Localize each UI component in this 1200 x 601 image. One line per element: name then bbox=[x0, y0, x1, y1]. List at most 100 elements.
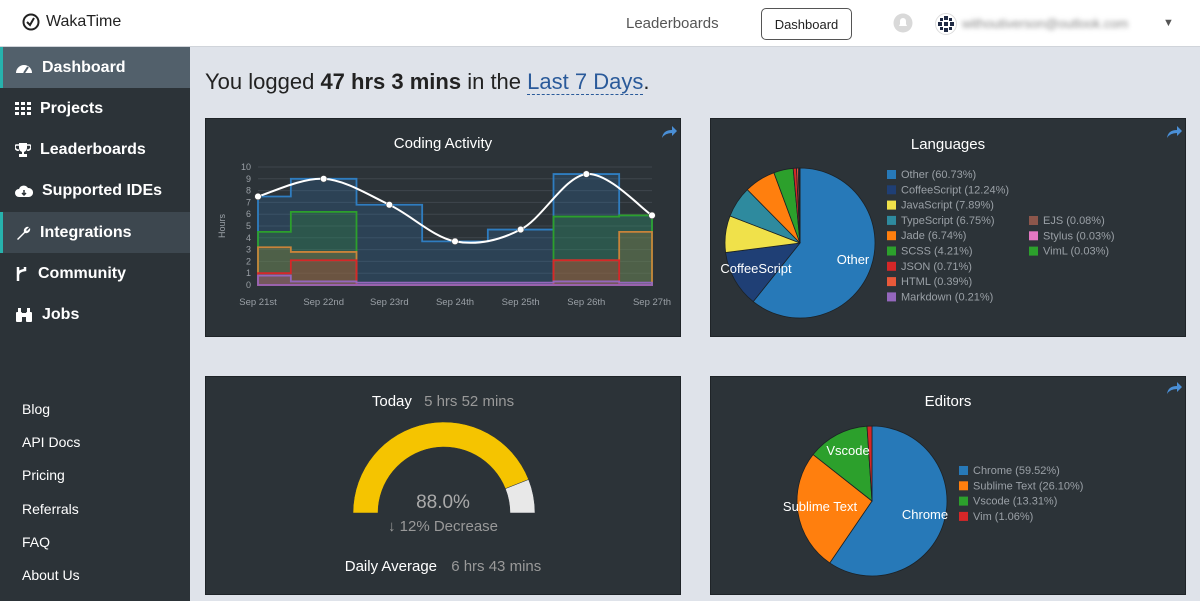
headline-mid: in the bbox=[467, 69, 522, 94]
data-point bbox=[582, 170, 590, 178]
y-axis-label: Hours bbox=[217, 214, 227, 239]
fork-icon bbox=[16, 266, 27, 281]
legend-item: Jade (6.74%) bbox=[901, 230, 966, 242]
legend-item: Stylus (0.03%) bbox=[1043, 230, 1115, 242]
daily-average-value: 6 hrs 43 mins bbox=[451, 558, 542, 575]
x-tick-label: Sep 26th bbox=[567, 297, 605, 308]
legend-item: Vim (1.06%) bbox=[973, 511, 1033, 523]
languages-pie-chart: Other CoffeeScript Other (60.73%) CoffeeScr… bbox=[720, 167, 1115, 319]
legend-item: JSON (0.71%) bbox=[901, 261, 972, 273]
legend-swatch bbox=[887, 170, 896, 179]
logo[interactable]: WakaTime bbox=[22, 13, 121, 31]
sidebar-item-integrations[interactable]: Integrations bbox=[0, 212, 190, 253]
sidebar-item-projects[interactable]: Projects bbox=[0, 88, 190, 129]
x-tick-label: Sep 23rd bbox=[370, 297, 409, 308]
sidebar-item-supported-ides[interactable]: Supported IDEs bbox=[0, 170, 190, 211]
y-tick-label: 2 bbox=[246, 256, 251, 266]
chevron-down-icon[interactable]: ▼ bbox=[1163, 17, 1174, 29]
data-point bbox=[517, 225, 525, 234]
slice-label: CoffeeScript bbox=[720, 261, 792, 276]
sidebar-item-dashboard[interactable]: Dashboard bbox=[0, 47, 190, 88]
app-name: WakaTime bbox=[46, 13, 122, 30]
legend-item: JavaScript (7.89%) bbox=[901, 200, 994, 212]
sidebar-item-leaderboards[interactable]: Leaderboards bbox=[0, 129, 190, 170]
editors-card: Editors Chrome Sublime Text Vscode Chrome (… bbox=[710, 376, 1186, 595]
sidebar-item-label: Projects bbox=[40, 99, 104, 117]
sidebar-item-label: Integrations bbox=[40, 223, 132, 241]
data-point bbox=[385, 201, 393, 209]
nav-leaderboards-link[interactable]: Leaderboards bbox=[626, 15, 719, 32]
legend-item: Vscode (13.31%) bbox=[973, 496, 1057, 508]
sidebar-item-jobs[interactable]: Jobs bbox=[0, 294, 190, 335]
x-tick-label: Sep 25th bbox=[502, 297, 540, 308]
x-tick-label: Sep 27th bbox=[633, 297, 671, 308]
y-tick-label: 5 bbox=[246, 221, 251, 231]
today-header: Today 5 hrs 52 mins bbox=[206, 393, 680, 410]
slice-label: Vscode bbox=[826, 443, 869, 458]
arrow-down-icon: ↓ bbox=[387, 518, 396, 535]
y-tick-label: 8 bbox=[246, 186, 251, 196]
legend-item: Markdown (0.21%) bbox=[901, 291, 993, 303]
dashboard-button[interactable]: Dashboard bbox=[761, 8, 852, 40]
coding-activity-chart: 012345678910HoursSep 21st Sep 22nd Sep 23r… bbox=[217, 162, 671, 308]
legend-item: Sublime Text (26.10%) bbox=[973, 480, 1083, 492]
sidebar-item-label: Supported IDEs bbox=[42, 181, 163, 199]
wakatime-logo-icon bbox=[22, 13, 40, 31]
notification-bell-icon[interactable] bbox=[893, 13, 913, 33]
footer-link-faq[interactable]: FAQ bbox=[22, 534, 50, 550]
change-text: 12% Decrease bbox=[399, 518, 499, 535]
legend-swatch bbox=[959, 496, 968, 506]
legend-swatch bbox=[887, 185, 896, 195]
slice-label: Sublime Text bbox=[783, 499, 858, 514]
binoculars-icon bbox=[16, 307, 32, 322]
legend-item: SCSS (4.21%) bbox=[901, 246, 973, 258]
y-tick-label: 3 bbox=[246, 245, 251, 255]
headline-suffix: . bbox=[643, 69, 650, 94]
sidebar-item-label: Jobs bbox=[42, 305, 80, 323]
user-email[interactable]: withoutiverson@outlook.com bbox=[962, 16, 1128, 31]
avatar[interactable] bbox=[935, 13, 957, 35]
legend-item: CoffeeScript (12.24%) bbox=[901, 184, 1009, 196]
legend-swatch bbox=[887, 277, 896, 287]
legend-swatch bbox=[1029, 231, 1038, 241]
legend-swatch bbox=[887, 200, 896, 210]
cloud-download-icon bbox=[15, 185, 33, 197]
legend-swatch bbox=[1029, 246, 1038, 256]
daily-average: Daily Average 6 hrs 43 mins bbox=[206, 558, 680, 575]
footer-link-about-us[interactable]: About Us bbox=[22, 567, 80, 583]
y-tick-label: 7 bbox=[246, 197, 251, 207]
y-tick-label: 6 bbox=[246, 209, 251, 219]
footer-link-pricing[interactable]: Pricing bbox=[22, 467, 65, 483]
legend-swatch bbox=[959, 511, 968, 521]
footer-link-blog[interactable]: Blog bbox=[22, 401, 50, 417]
slice-label: Other bbox=[837, 252, 870, 267]
legend-item: EJS (0.08%) bbox=[1043, 215, 1105, 227]
legend-swatch bbox=[887, 246, 896, 256]
sidebar: Dashboard Projects Leaderboards Supporte… bbox=[0, 47, 190, 601]
data-point bbox=[451, 237, 459, 245]
legend-swatch bbox=[1029, 216, 1038, 225]
date-range-selector[interactable]: Last 7 Days bbox=[527, 69, 644, 95]
y-tick-label: 4 bbox=[246, 233, 251, 243]
sidebar-item-label: Community bbox=[38, 264, 126, 282]
footer-link-referrals[interactable]: Referrals bbox=[22, 501, 79, 517]
sidebar-item-community[interactable]: Community bbox=[0, 253, 190, 294]
legend-item: Chrome (59.52%) bbox=[973, 465, 1060, 477]
headline-prefix: You logged bbox=[205, 69, 315, 94]
footer-link-api-docs[interactable]: API Docs bbox=[22, 434, 80, 450]
legend-swatch bbox=[887, 292, 896, 302]
daily-average-label: Daily Average bbox=[344, 558, 438, 575]
top-navbar: WakaTime Leaderboards Dashboard withouti… bbox=[0, 0, 1200, 47]
x-tick-label: Sep 22nd bbox=[303, 297, 344, 308]
languages-card: Languages Other CoffeeScript Other (60.73%… bbox=[710, 118, 1186, 337]
wrench-icon bbox=[17, 226, 31, 240]
y-tick-label: 1 bbox=[246, 268, 251, 278]
data-point bbox=[320, 175, 328, 183]
total-time: 47 hrs 3 mins bbox=[320, 69, 462, 94]
change-indicator: ↓ 12% Decrease bbox=[206, 518, 680, 535]
today-label: Today bbox=[371, 393, 412, 410]
grid-icon bbox=[15, 101, 31, 115]
trophy-icon bbox=[15, 142, 31, 157]
y-tick-label: 10 bbox=[241, 162, 251, 172]
x-tick-label: Sep 24th bbox=[436, 297, 474, 308]
